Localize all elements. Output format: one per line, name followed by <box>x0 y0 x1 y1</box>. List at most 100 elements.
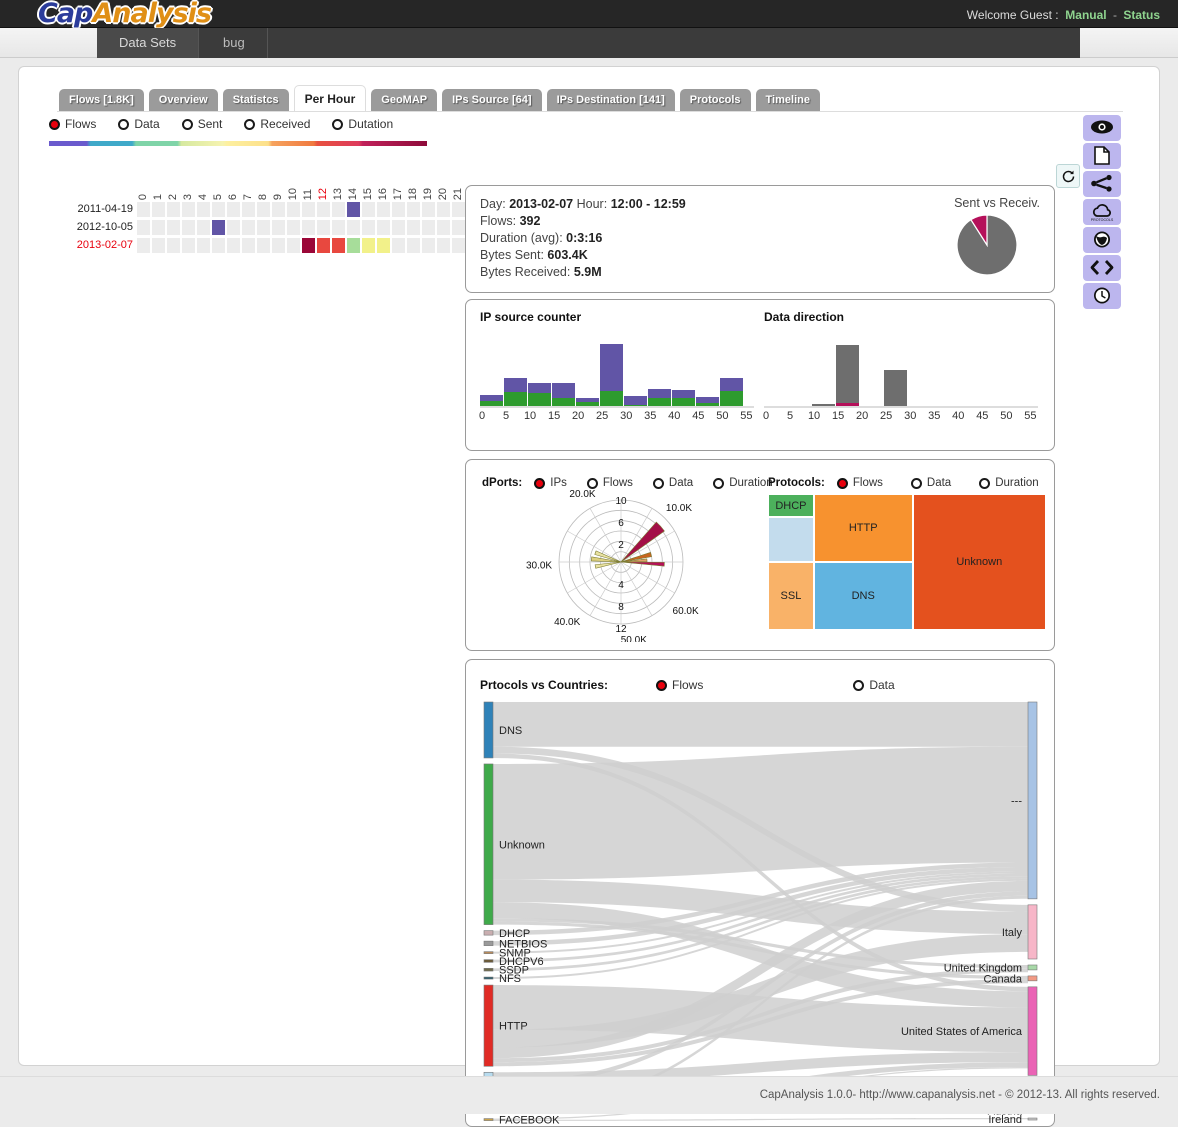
calendar-cell[interactable] <box>152 202 166 217</box>
calendar-date-label[interactable]: 2012-10-05 <box>71 221 133 233</box>
protocols-radio-duration[interactable]: Duration <box>979 477 1039 489</box>
calendar-cell[interactable] <box>332 238 346 253</box>
rail-button-globe[interactable] <box>1083 227 1121 253</box>
calendar-cell[interactable] <box>347 238 361 253</box>
sankey-node-left[interactable] <box>483 701 494 759</box>
calendar-cell[interactable] <box>227 202 241 217</box>
calendar-cell[interactable] <box>362 202 376 217</box>
rail-button-code[interactable] <box>1083 255 1121 281</box>
rail-button-clock[interactable] <box>1083 283 1121 309</box>
sankey-node-right[interactable] <box>1027 1117 1038 1121</box>
calendar-cell[interactable] <box>377 238 391 253</box>
calendar-cell[interactable] <box>452 238 466 253</box>
treemap-cell-unknown[interactable]: Unknown <box>912 494 1046 630</box>
sankey-node-right[interactable] <box>1027 964 1038 971</box>
calendar-cell[interactable] <box>137 238 151 253</box>
protocols-radio-flows[interactable]: Flows <box>836 477 883 489</box>
rail-button-eye[interactable] <box>1083 115 1121 141</box>
calendar-cell[interactable] <box>377 220 391 235</box>
calendar-cell[interactable] <box>182 202 196 217</box>
sankey-node-left[interactable] <box>483 968 494 972</box>
sankey-node-left[interactable] <box>483 976 494 980</box>
calendar-cell[interactable] <box>152 238 166 253</box>
tab-flows-1-8k[interactable]: Flows [1.8K] <box>59 89 144 111</box>
sankey-radio-flows[interactable]: Flows <box>656 678 703 692</box>
sankey-node-left[interactable] <box>483 763 494 925</box>
calendar-cell[interactable] <box>167 202 181 217</box>
calendar-cell[interactable] <box>332 202 346 217</box>
calendar-cell[interactable] <box>422 202 436 217</box>
calendar-cell[interactable] <box>287 202 301 217</box>
calendar-cell[interactable] <box>137 202 151 217</box>
calendar-cell[interactable] <box>257 238 271 253</box>
calendar-cell[interactable] <box>242 220 256 235</box>
calendar-cell[interactable] <box>347 202 361 217</box>
calendar-cell[interactable] <box>287 220 301 235</box>
rail-button-doc[interactable] <box>1083 143 1121 169</box>
manual-link[interactable]: Manual <box>1065 8 1106 22</box>
calendar-cell[interactable] <box>197 238 211 253</box>
calendar-cell[interactable] <box>392 220 406 235</box>
sankey-node-right[interactable] <box>1027 701 1038 900</box>
calendar-cell[interactable] <box>257 220 271 235</box>
calendar-date-label[interactable]: 2013-02-07 <box>71 239 133 251</box>
treemap-cell[interactable] <box>768 517 814 562</box>
sankey-node-left[interactable] <box>483 1118 494 1121</box>
sankey-node-left[interactable] <box>483 940 494 946</box>
app-logo[interactable]: CapAnalysis <box>38 0 212 29</box>
calendar-cell[interactable] <box>167 220 181 235</box>
calendar-cell[interactable] <box>302 202 316 217</box>
tab-overview[interactable]: Overview <box>148 89 218 111</box>
calendar-cell[interactable] <box>137 220 151 235</box>
calendar-cell[interactable] <box>182 238 196 253</box>
calendar-cell[interactable] <box>392 238 406 253</box>
calendar-cell[interactable] <box>422 238 436 253</box>
calendar-cell[interactable] <box>182 220 196 235</box>
calendar-cell[interactable] <box>302 238 316 253</box>
tab-timeline[interactable]: Timeline <box>755 89 820 111</box>
tab-protocols[interactable]: Protocols <box>679 89 751 111</box>
calendar-cell[interactable] <box>437 202 451 217</box>
protocols-radio-data[interactable]: Data <box>910 477 951 489</box>
rail-button-share[interactable] <box>1083 171 1121 197</box>
treemap-cell-dns[interactable]: DNS <box>813 562 913 630</box>
tab-statistcs[interactable]: Statistcs <box>222 89 289 111</box>
sankey-node-left[interactable] <box>483 959 494 963</box>
calendar-cell[interactable] <box>287 238 301 253</box>
tab-ips-source-64[interactable]: IPs Source [64] <box>442 89 542 111</box>
tab-per-hour[interactable]: Per Hour <box>293 85 367 111</box>
sankey-node-left[interactable] <box>483 951 494 954</box>
sankey-node-right[interactable] <box>1027 904 1038 960</box>
calendar-cell[interactable] <box>452 202 466 217</box>
calendar-cell[interactable] <box>197 220 211 235</box>
sankey-node-left[interactable] <box>483 984 494 1067</box>
calendar-cell[interactable] <box>407 220 421 235</box>
treemap-cell-http[interactable]: HTTP <box>813 494 913 562</box>
sankey-radio-data[interactable]: Data <box>853 678 895 692</box>
metric-radio-received[interactable]: Received <box>244 117 310 131</box>
sankey-node-right[interactable] <box>1027 986 1038 1076</box>
calendar-cell[interactable] <box>242 202 256 217</box>
tab-ips-destination-141[interactable]: IPs Destination [141] <box>546 89 675 111</box>
calendar-cell[interactable] <box>332 220 346 235</box>
calendar-cell[interactable] <box>437 238 451 253</box>
rail-button-cloud[interactable]: PROTOCOLS <box>1083 199 1121 225</box>
calendar-cell[interactable] <box>227 220 241 235</box>
calendar-cell[interactable] <box>302 220 316 235</box>
calendar-cell[interactable] <box>212 220 226 235</box>
calendar-cell[interactable] <box>212 238 226 253</box>
calendar-cell[interactable] <box>362 238 376 253</box>
calendar-cell[interactable] <box>227 238 241 253</box>
calendar-cell[interactable] <box>167 238 181 253</box>
sankey-node-right[interactable] <box>1027 975 1038 982</box>
calendar-cell[interactable] <box>257 202 271 217</box>
calendar-cell[interactable] <box>242 238 256 253</box>
calendar-cell[interactable] <box>422 220 436 235</box>
calendar-cell[interactable] <box>197 202 211 217</box>
calendar-cell[interactable] <box>272 238 286 253</box>
metric-radio-data[interactable]: Data <box>118 117 160 131</box>
calendar-cell[interactable] <box>437 220 451 235</box>
metric-radio-sent[interactable]: Sent <box>181 117 222 131</box>
tab-geomap[interactable]: GeoMAP <box>371 89 438 111</box>
calendar-date-label[interactable]: 2011-04-19 <box>71 203 133 215</box>
